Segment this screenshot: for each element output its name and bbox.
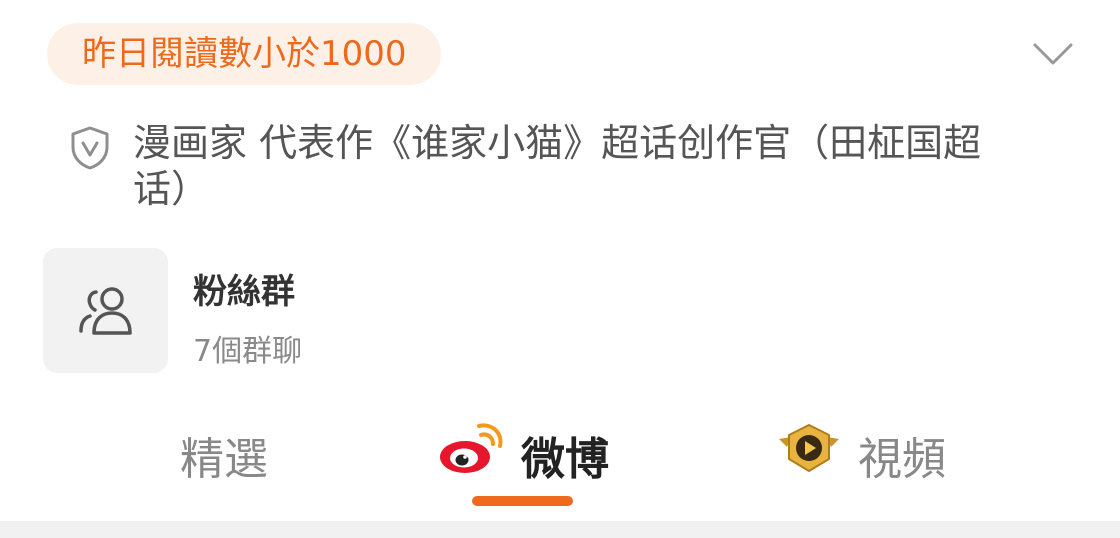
tab-featured[interactable]: 精選: [180, 415, 290, 495]
shield-v-icon: [71, 126, 109, 170]
video-play-badge-icon: [779, 424, 839, 472]
tab-featured-label: 精選: [180, 434, 268, 485]
group-people-icon: [79, 287, 132, 335]
fans-group-count: 7個群聊: [193, 334, 303, 369]
certification-text: 漫画家 代表作《谁家小猫》超话创作官（田柾国超话）: [133, 121, 982, 211]
profile-section: 昨日閱讀數小於1000 漫画家 代表作《谁家小猫》超话创作官（田柾国超话） 粉絲…: [0, 0, 1120, 538]
tab-weibo[interactable]: 微博: [437, 415, 637, 495]
fans-group-avatar: [43, 248, 168, 373]
chevron-down-icon: [1033, 43, 1073, 65]
fans-group-entry[interactable]: 粉絲群 7個群聊: [43, 248, 343, 374]
collapse-button[interactable]: [1030, 36, 1076, 72]
tab-video[interactable]: 視頻: [777, 415, 977, 495]
tab-weibo-label: 微博: [521, 434, 609, 485]
fans-group-title: 粉絲群: [193, 272, 295, 312]
weibo-logo-icon: [440, 423, 503, 473]
read-count-badge: 昨日閱讀數小於1000: [47, 23, 441, 85]
section-divider: [0, 521, 1120, 538]
active-tab-indicator: [472, 496, 573, 506]
tab-video-label: 視頻: [858, 434, 946, 485]
